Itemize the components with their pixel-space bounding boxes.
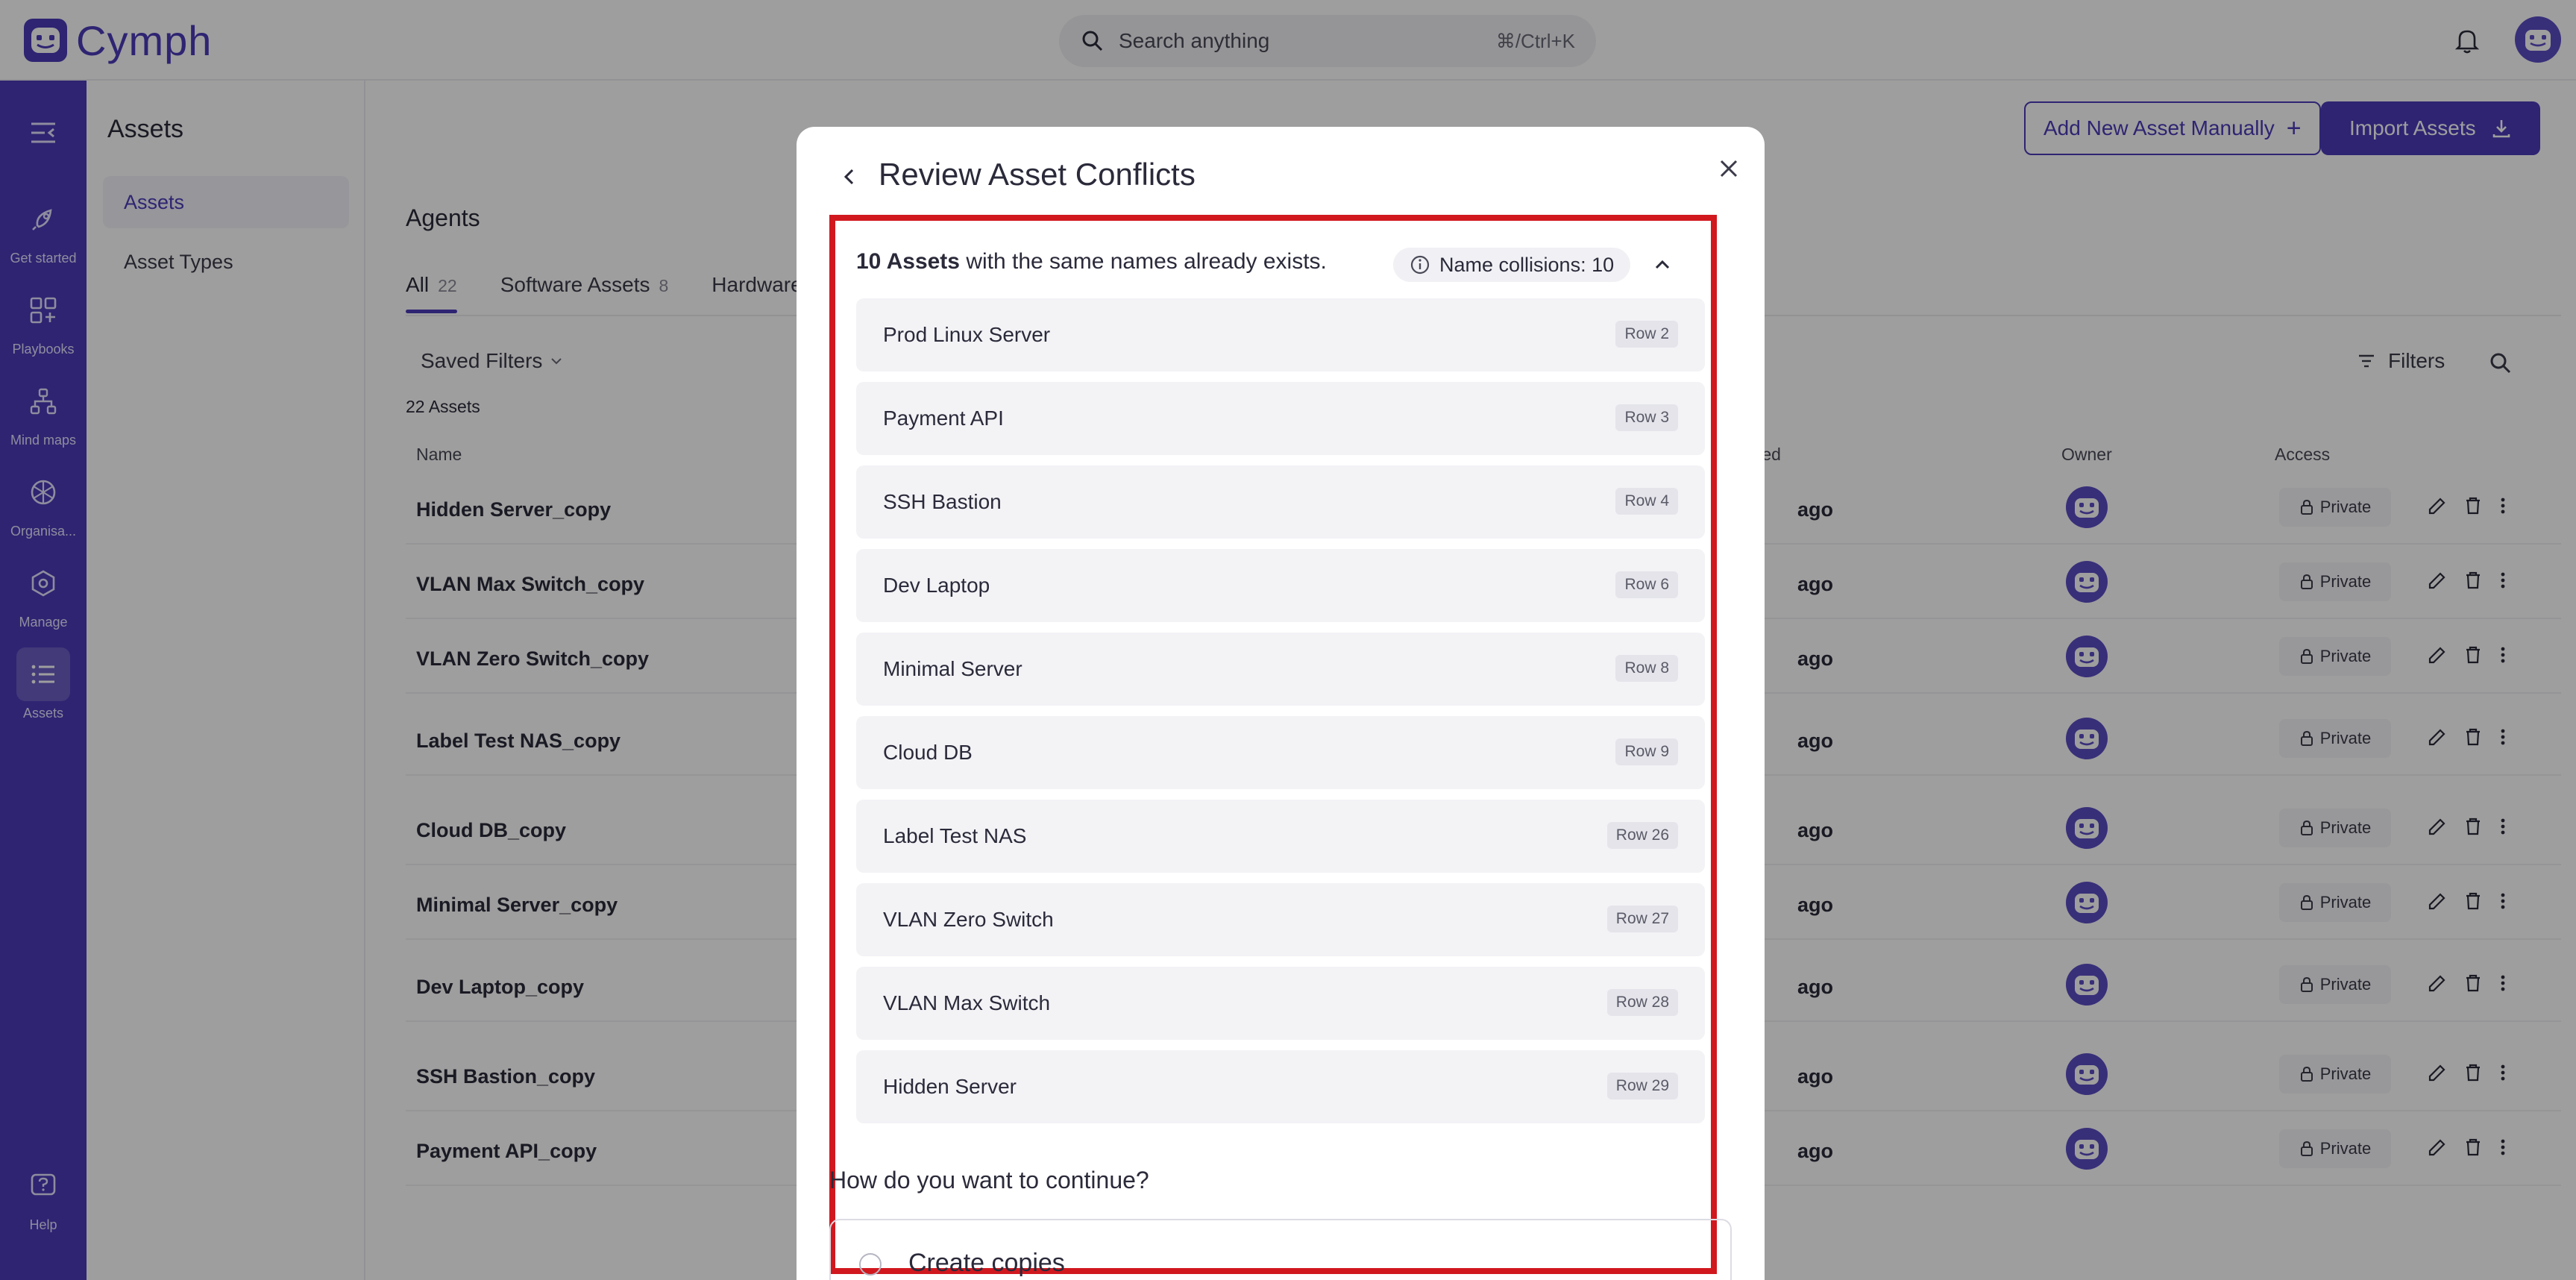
conflict-item: Cloud DB Row 9 xyxy=(856,716,1705,789)
conflict-asset-name: VLAN Max Switch xyxy=(883,991,1051,1014)
name-collisions-label: Name collisions: 10 xyxy=(1439,253,1615,276)
conflict-item: Dev Laptop Row 6 xyxy=(856,549,1705,622)
conflict-summary-panel: 10 Assets with the same names already ex… xyxy=(829,215,1717,1274)
conflict-row-badge: Row 26 xyxy=(1606,822,1678,849)
conflict-item: Payment API Row 3 xyxy=(856,382,1705,455)
conflict-asset-name: Cloud DB xyxy=(883,741,973,764)
conflict-list: Prod Linux Server Row 2 Payment API Row … xyxy=(856,298,1705,1134)
conflict-asset-name: VLAN Zero Switch xyxy=(883,908,1054,931)
conflict-row-badge: Row 29 xyxy=(1606,1073,1678,1099)
conflict-message-text: with the same names already exists. xyxy=(959,249,1327,274)
info-icon xyxy=(1410,255,1430,274)
conflict-row-badge: Row 8 xyxy=(1615,655,1678,682)
back-arrow-icon[interactable] xyxy=(838,166,861,188)
conflict-row-badge: Row 9 xyxy=(1615,738,1678,765)
conflict-item: SSH Bastion Row 4 xyxy=(856,465,1705,539)
conflict-row-badge: Row 4 xyxy=(1615,488,1678,515)
chevron-up-icon[interactable] xyxy=(1651,254,1674,276)
conflict-item: VLAN Zero Switch Row 27 xyxy=(856,883,1705,956)
conflict-row-badge: Row 6 xyxy=(1615,571,1678,598)
review-conflicts-modal: Review Asset Conflicts 10 Assets with th… xyxy=(797,127,1765,1280)
conflict-asset-name: Minimal Server xyxy=(883,657,1022,680)
create-copies-radio[interactable] xyxy=(859,1253,882,1276)
conflict-item: Prod Linux Server Row 2 xyxy=(856,298,1705,371)
conflict-asset-name: Hidden Server xyxy=(883,1075,1017,1098)
create-copies-option[interactable]: Create copies xyxy=(829,1219,1732,1280)
conflict-item: VLAN Max Switch Row 28 xyxy=(856,967,1705,1040)
conflict-asset-name: Prod Linux Server xyxy=(883,323,1051,346)
modal-title: Review Asset Conflicts xyxy=(879,157,1196,192)
conflict-asset-name: SSH Bastion xyxy=(883,490,1002,513)
name-collisions-badge: Name collisions: 10 xyxy=(1393,248,1631,282)
create-copies-label: Create copies xyxy=(908,1249,1065,1277)
conflict-row-badge: Row 27 xyxy=(1606,906,1678,932)
conflict-item: Hidden Server Row 29 xyxy=(856,1050,1705,1123)
conflict-row-badge: Row 28 xyxy=(1606,989,1678,1016)
conflict-asset-name: Label Test NAS xyxy=(883,824,1027,847)
conflict-message: 10 Assets with the same names already ex… xyxy=(856,249,1327,274)
conflict-item: Label Test NAS Row 26 xyxy=(856,800,1705,873)
continue-question: How do you want to continue? xyxy=(829,1167,1149,1193)
conflict-count: 10 Assets xyxy=(856,249,960,274)
conflict-asset-name: Dev Laptop xyxy=(883,574,990,597)
close-icon[interactable] xyxy=(1714,154,1744,183)
conflict-row-badge: Row 2 xyxy=(1615,321,1678,348)
conflict-row-badge: Row 3 xyxy=(1615,404,1678,431)
conflict-item: Minimal Server Row 8 xyxy=(856,633,1705,706)
conflict-asset-name: Payment API xyxy=(883,407,1004,430)
